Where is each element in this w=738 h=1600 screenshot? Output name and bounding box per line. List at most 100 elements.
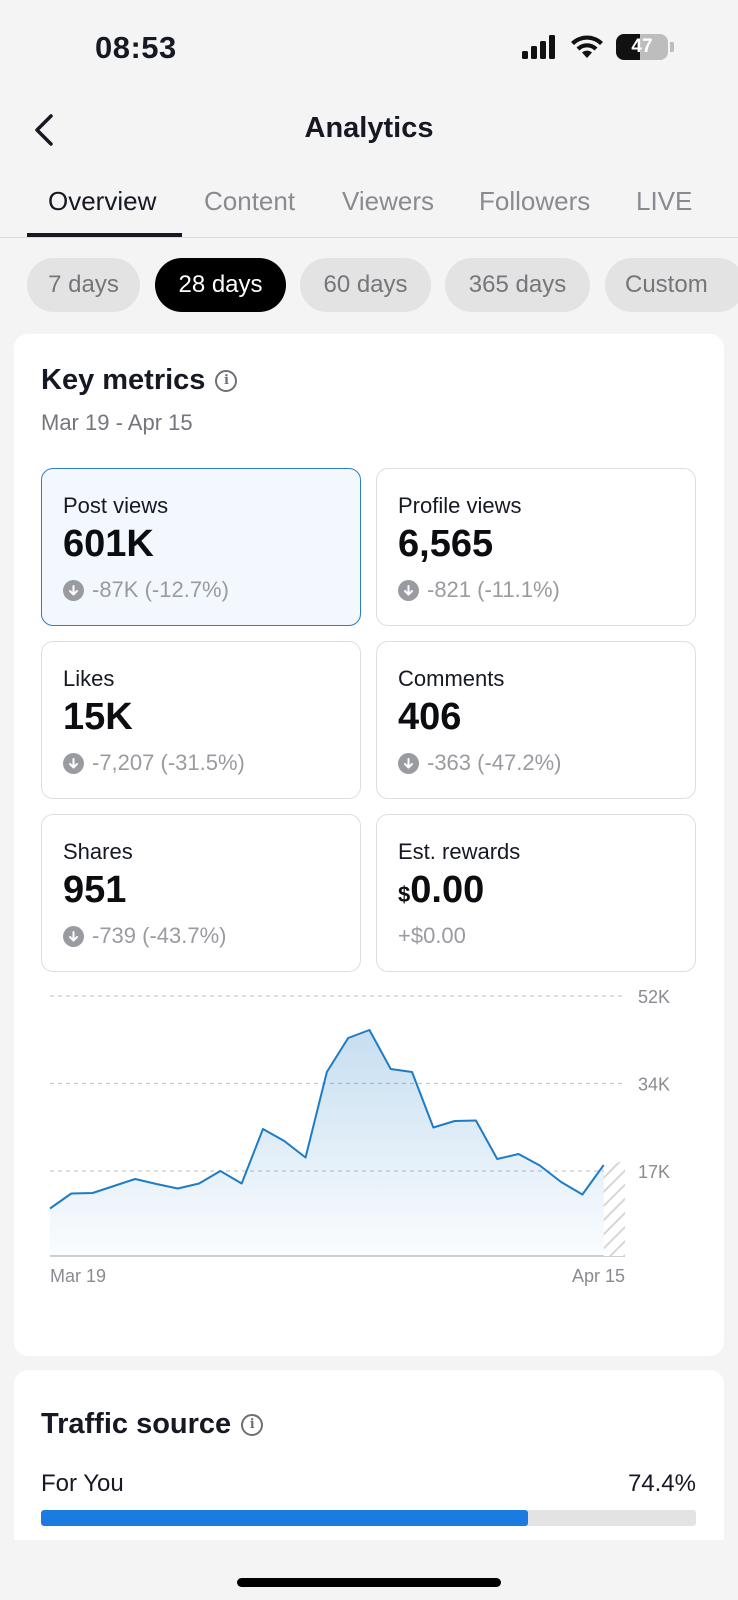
metric-value: 15K (63, 696, 133, 738)
range-chip-60-days[interactable]: 60 days (300, 258, 431, 312)
date-range-selector: 7 days 28 days 60 days 365 days Custom (27, 258, 738, 314)
metric-label: Shares (63, 839, 133, 864)
data-point (283, 1140, 285, 1142)
page-title: Analytics (304, 112, 434, 144)
battery-icon: 47 (616, 34, 668, 60)
metric-delta: -363 (-47.2%) (398, 750, 562, 776)
range-chip-28-days[interactable]: 28 days (155, 258, 286, 312)
status-icons: 47 (522, 34, 674, 60)
arrow-down-circle-icon (63, 925, 84, 947)
metric-delta: -739 (-43.7%) (63, 923, 227, 949)
range-chip-365-days[interactable]: 365 days (445, 258, 590, 312)
bottom-safe-area (0, 1540, 738, 1600)
info-icon[interactable]: i (215, 369, 238, 392)
data-point (49, 1208, 51, 1210)
range-chip-custom[interactable]: Custom (605, 258, 738, 312)
x-tick-label: Mar 19 (50, 1266, 106, 1286)
arrow-down-circle-icon (63, 752, 84, 774)
traffic-source-heading: Traffic source i (41, 1408, 264, 1441)
metric-label: Est. rewards (398, 839, 521, 864)
x-tick-label: Apr 15 (572, 1266, 625, 1286)
metric-delta-text: -739 (-43.7%) (92, 923, 227, 948)
data-point (496, 1158, 498, 1160)
metric-value: 601K (63, 523, 154, 565)
metric-label: Comments (398, 666, 505, 691)
metric-delta: -7,207 (-31.5%) (63, 750, 245, 776)
tab-viewers[interactable]: Viewers (342, 186, 434, 217)
metric-card-shares[interactable]: Shares 951 -739 (-43.7%) (41, 814, 361, 972)
metric-delta-text: -7,207 (-31.5%) (92, 750, 245, 775)
data-point (539, 1165, 541, 1167)
metric-card-post-views[interactable]: Post views 601K -87K (-12.7%) (41, 468, 361, 626)
arrow-down-circle-icon (398, 579, 419, 601)
battery-level: 47 (631, 36, 653, 57)
post-views-chart[interactable]: 17K 34K 52K Mar 19 Apr 15 (14, 974, 724, 1304)
metric-card-profile-views[interactable]: Profile views 6,565 -821 (-11.1%) (376, 468, 696, 626)
active-tab-indicator (27, 233, 182, 237)
metric-card-est-rewards[interactable]: Est. rewards $0.00 +$0.00 (376, 814, 696, 972)
data-point (326, 1071, 328, 1073)
data-point (219, 1170, 221, 1172)
traffic-source-bar-fill (41, 1510, 529, 1526)
status-time: 08:53 (95, 30, 177, 65)
series-area (50, 1030, 604, 1256)
arrow-down-circle-icon (398, 752, 419, 774)
data-point (177, 1188, 179, 1190)
range-chip-7-days[interactable]: 7 days (27, 258, 140, 312)
tab-overview[interactable]: Overview (48, 186, 156, 217)
data-point (518, 1153, 520, 1155)
metric-value: 951 (63, 869, 127, 911)
data-point (70, 1193, 72, 1195)
metric-delta: +$0.00 (398, 923, 466, 949)
key-metrics-heading: Key metrics i (41, 364, 238, 397)
metric-delta-text: +$0.00 (398, 923, 466, 948)
metric-delta: -821 (-11.1%) (398, 577, 560, 603)
metric-delta-text: -363 (-47.2%) (427, 750, 562, 775)
data-point (411, 1071, 413, 1073)
key-metrics-title: Key metrics (41, 364, 206, 396)
tab-followers[interactable]: Followers (479, 186, 590, 217)
data-point (475, 1120, 477, 1122)
data-point (454, 1120, 456, 1122)
info-icon[interactable]: i (241, 1413, 264, 1436)
y-tick-label: 34K (638, 1075, 670, 1095)
data-point (241, 1183, 243, 1185)
cellular-signal-icon (522, 35, 555, 59)
data-point (262, 1128, 264, 1130)
metric-card-comments[interactable]: Comments 406 -363 (-47.2%) (376, 641, 696, 799)
metric-delta: -87K (-12.7%) (63, 577, 229, 603)
arrow-down-circle-icon (63, 579, 84, 601)
data-point (347, 1037, 349, 1039)
traffic-source-title: Traffic source (41, 1408, 232, 1440)
metric-value: $0.00 (398, 869, 484, 912)
wifi-icon (571, 35, 603, 58)
post-views-chart-svg: 17K 34K 52K Mar 19 Apr 15 (49, 987, 670, 1286)
tab-bar: Overview Content Viewers Followers LIVE (0, 176, 738, 238)
tab-live[interactable]: LIVE (636, 186, 692, 217)
traffic-source-bar (41, 1510, 696, 1526)
data-point (368, 1029, 370, 1031)
data-point (92, 1192, 94, 1194)
data-point (390, 1068, 392, 1070)
traffic-source-value: 74.4% (627, 1470, 696, 1497)
data-point (432, 1127, 434, 1129)
home-indicator (237, 1578, 501, 1587)
data-point (113, 1185, 115, 1187)
metric-label: Post views (63, 493, 169, 518)
metric-value: 6,565 (398, 523, 494, 565)
data-point (560, 1181, 562, 1183)
currency-symbol: $ (398, 882, 411, 907)
tab-content[interactable]: Content (204, 186, 295, 217)
status-bar: 08:53 47 (0, 0, 738, 100)
metric-card-likes[interactable]: Likes 15K -7,207 (-31.5%) (41, 641, 361, 799)
nav-header: Analytics (0, 100, 738, 162)
traffic-source-label: For You (41, 1470, 124, 1497)
metric-value: 406 (398, 696, 462, 738)
key-metrics-card: Key metrics i Mar 19 - Apr 15 Post views… (14, 334, 724, 1356)
key-metrics-date-range: Mar 19 - Apr 15 (41, 410, 193, 435)
data-point (603, 1164, 605, 1166)
partial-data-region (603, 1161, 625, 1256)
metric-delta-text: -821 (-11.1%) (427, 577, 560, 602)
data-point (581, 1194, 583, 1196)
data-point (134, 1178, 136, 1180)
